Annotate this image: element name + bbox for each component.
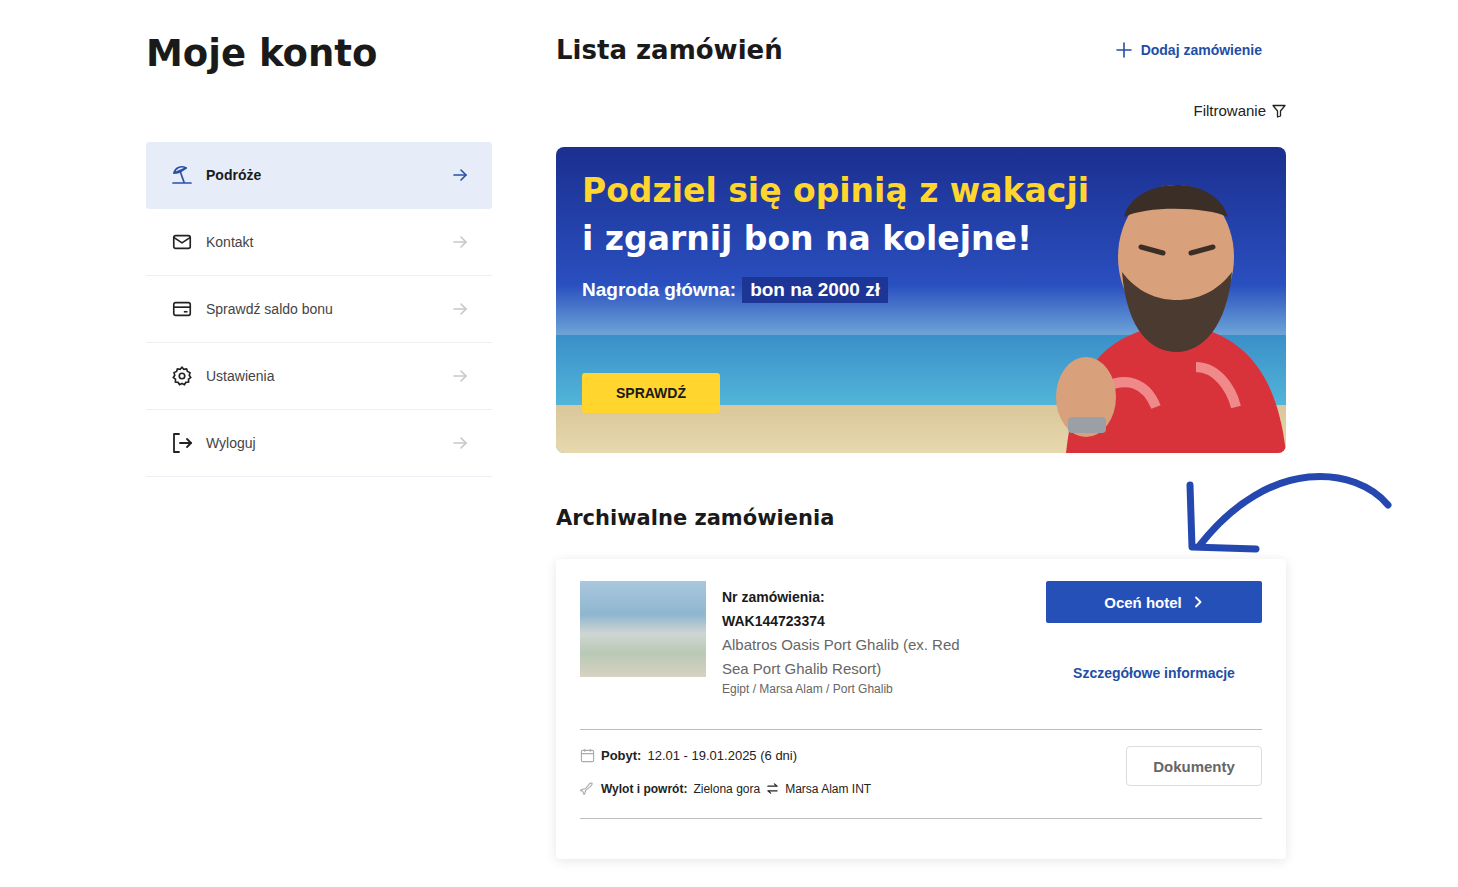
banner-title-line: i zgarnij bon na kolejne! <box>582 215 1260 263</box>
menu-icon <box>170 163 194 187</box>
logout-icon <box>170 431 194 455</box>
rate-hotel-button[interactable]: Oceń hotel <box>1046 581 1262 623</box>
card-icon <box>171 298 193 320</box>
stay-dates: 12.01 - 19.01.2025 (6 dni) <box>647 748 797 763</box>
add-order-label: Dodaj zamówienie <box>1141 42 1262 58</box>
banner-content: Podziel się opinią z wakacjii zgarnij bo… <box>556 147 1286 433</box>
menu-icon <box>170 431 194 455</box>
stay-row: Pobyt: 12.01 - 19.01.2025 (6 dni) <box>580 748 871 763</box>
calendar-icon <box>580 748 595 763</box>
menu-label: Ustawienia <box>206 368 452 384</box>
flight-label: Wylot i powrót: <box>601 782 687 796</box>
sidebar-item[interactable]: Ustawienia <box>146 343 492 410</box>
account-sidebar: Moje konto Podróże Kontakt Sprawdź saldo bo… <box>146 30 492 859</box>
stay-label: Pobyt: <box>601 748 641 763</box>
sidebar-item[interactable]: Kontakt <box>146 209 492 276</box>
arrow-right-icon <box>452 301 468 317</box>
arrow-right-icon <box>452 167 468 183</box>
account-title: Moje konto <box>146 30 492 78</box>
menu-icon <box>170 364 194 388</box>
arrow-right-icon <box>452 234 468 250</box>
add-order-button[interactable]: Dodaj zamówienie <box>1115 41 1262 59</box>
orders-panel: Lista zamówień Dodaj zamówienie Filtrowani… <box>556 30 1286 859</box>
account-page: Moje konto Podróże Kontakt Sprawdź saldo bo… <box>0 0 1458 879</box>
order-info: Nr zamówienia:WAK144723374Albatros Oasis… <box>722 581 1046 697</box>
prize-value: bon na 2000 zł <box>742 277 888 303</box>
menu-label: Podróże <box>206 167 452 183</box>
gear-icon <box>171 365 193 387</box>
filter-button[interactable]: Filtrowanie <box>1193 102 1286 119</box>
hotel-location: Egipt / Marsa Alam / Port Ghalib <box>722 681 1046 697</box>
order-card: Nr zamówienia:WAK144723374Albatros Oasis… <box>556 559 1286 859</box>
orders-title: Lista zamówień <box>556 35 783 65</box>
banner-title-line: Podziel się opinią z wakacji <box>582 167 1260 215</box>
flight-to: Marsa Alam INT <box>785 782 871 796</box>
menu-icon <box>170 297 194 321</box>
details-link[interactable]: Szczegółowe informacje <box>1073 665 1235 681</box>
flight-row: Wylot i powrót: Zielona gora Marsa Alam IN… <box>580 781 871 796</box>
banner-prize: Nagroda główna: bon na 2000 zł <box>582 277 1260 303</box>
promo-banner[interactable]: Podziel się opinią z wakacjii zgarnij bo… <box>556 147 1286 453</box>
archive-section: Archiwalne zamówienia Nr zamówienia:WAK14… <box>556 503 1286 859</box>
menu-label: Wyloguj <box>206 435 452 451</box>
hotel-photo <box>580 581 706 677</box>
filter-label: Filtrowanie <box>1193 102 1266 119</box>
menu-label: Kontakt <box>206 234 452 250</box>
menu-label: Sprawdź saldo bonu <box>206 301 452 317</box>
funnel-icon <box>1272 104 1286 118</box>
archive-title: Archiwalne zamówienia <box>556 503 1286 533</box>
flight-from: Zielona gora <box>693 782 760 796</box>
envelope-icon <box>171 231 193 253</box>
round-trip-icon <box>766 782 779 795</box>
sidebar-item[interactable]: Wyloguj <box>146 410 492 477</box>
order-meta: Pobyt: 12.01 - 19.01.2025 (6 dni) Wylot i … <box>580 729 1262 819</box>
banner-check-button[interactable]: SPRAWDŹ <box>582 373 720 413</box>
beach-umbrella-icon <box>170 163 194 187</box>
orders-header: Lista zamówień Dodaj zamówienie <box>556 30 1286 70</box>
plus-icon <box>1115 41 1133 59</box>
order-actions: Oceń hotel Szczegółowe informacje <box>1046 581 1262 681</box>
sidebar-item[interactable]: Podróże <box>146 142 492 209</box>
sidebar-menu: Podróże Kontakt Sprawdź saldo bonu Ustawien… <box>146 142 492 477</box>
rate-hotel-label: Oceń hotel <box>1104 594 1182 611</box>
plane-icon <box>580 781 595 796</box>
arrow-right-icon <box>452 368 468 384</box>
chevron-right-icon <box>1192 596 1204 608</box>
meta-rows: Pobyt: 12.01 - 19.01.2025 (6 dni) Wylot i … <box>580 746 871 796</box>
prize-label: Nagroda główna: <box>582 279 736 301</box>
filter-row: Filtrowanie <box>556 102 1286 119</box>
documents-button[interactable]: Dokumenty <box>1126 746 1262 786</box>
menu-icon <box>170 230 194 254</box>
order-summary: Nr zamówienia:WAK144723374Albatros Oasis… <box>580 581 1262 697</box>
order-number: WAK144723374 <box>722 609 1046 633</box>
sidebar-item[interactable]: Sprawdź saldo bonu <box>146 276 492 343</box>
order-number-label: Nr zamówienia: <box>722 585 1046 609</box>
arrow-right-icon <box>452 435 468 451</box>
hotel-name: Albatros Oasis Port Ghalib (ex. Red Sea … <box>722 633 972 681</box>
hand-drawn-arrow-icon <box>1176 457 1406 567</box>
